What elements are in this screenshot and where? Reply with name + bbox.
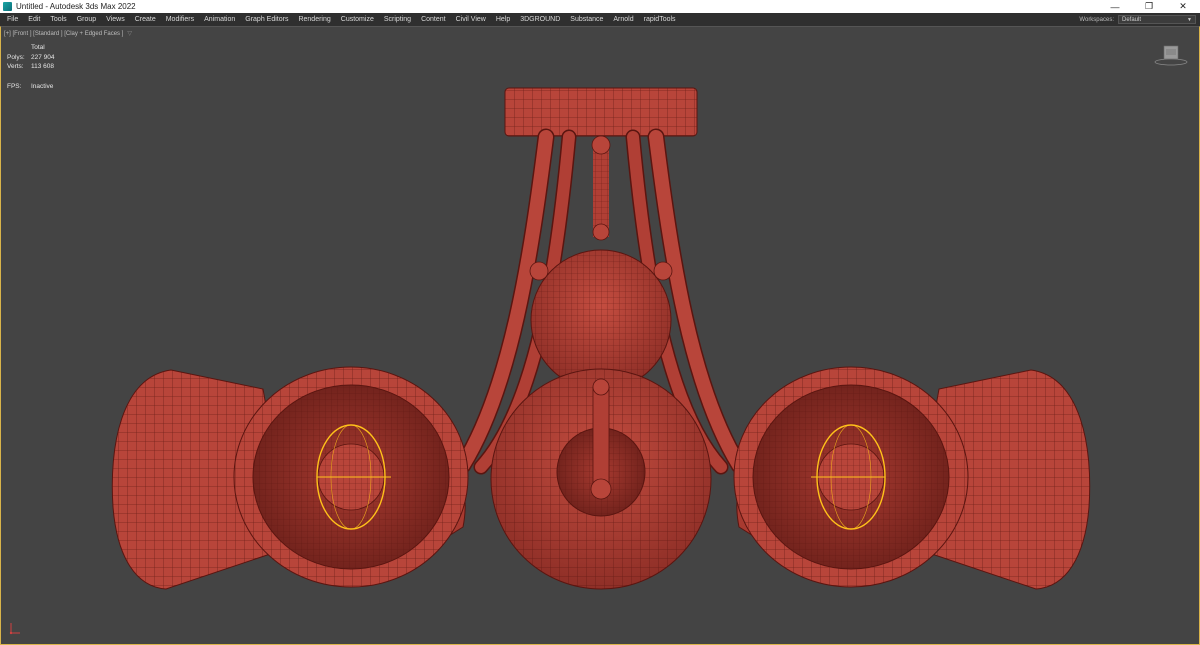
polys-value: 227 904	[31, 53, 55, 61]
menu-group[interactable]: Group	[72, 13, 101, 26]
menu-animation[interactable]: Animation	[199, 13, 240, 26]
chevron-down-icon: ▼	[1187, 16, 1192, 23]
menu-graph-editors[interactable]: Graph Editors	[240, 13, 293, 26]
workspace-label: Workspaces:	[1079, 16, 1114, 23]
title-bar: Untitled - Autodesk 3ds Max 2022 — ❐ ✕	[0, 0, 1200, 13]
menu-rapidtools[interactable]: rapidTools	[639, 13, 681, 26]
menu-create[interactable]: Create	[130, 13, 161, 26]
viewport-label-text[interactable]: [+] [Front ] [Standard ] [Clay + Edged F…	[4, 31, 123, 37]
menu-file[interactable]: File	[2, 13, 23, 26]
menu-edit[interactable]: Edit	[23, 13, 45, 26]
close-icon[interactable]: ✕	[1166, 0, 1200, 13]
menu-bar: File Edit Tools Group Views Create Modif…	[0, 13, 1200, 26]
verts-value: 113 608	[31, 63, 55, 70]
fps-value: Inactive	[31, 82, 54, 90]
menu-content[interactable]: Content	[416, 13, 451, 26]
minimize-icon[interactable]: —	[1098, 0, 1132, 13]
central-rod	[591, 135, 611, 241]
left-front-shade	[233, 366, 469, 588]
axis-tripod-icon	[9, 623, 20, 635]
menu-civil-view[interactable]: Civil View	[451, 13, 491, 26]
filter-icon[interactable]: ▽	[127, 30, 132, 37]
polys-label: Polys:	[7, 53, 25, 61]
right-front-shade	[733, 366, 969, 588]
menu-modifiers[interactable]: Modifiers	[161, 13, 199, 26]
viewport-statistics: Total Polys: 227 904 Verts: 113 608 FPS: In…	[7, 43, 55, 91]
menu-scripting[interactable]: Scripting	[379, 13, 416, 26]
viewcube-icon[interactable]	[1153, 42, 1189, 68]
workspace-value: Default	[1122, 16, 1142, 23]
viewport-label[interactable]: [+] [Front ] [Standard ] [Clay + Edged F…	[4, 30, 132, 37]
restore-icon[interactable]: ❐	[1132, 0, 1166, 13]
chandelier-model[interactable]	[1, 27, 1200, 645]
verts-label: Verts:	[7, 63, 24, 70]
workspace-switcher: Workspaces: Default ▼	[1079, 15, 1200, 24]
menu-help[interactable]: Help	[491, 13, 515, 26]
menu-tools[interactable]: Tools	[45, 13, 71, 26]
menu-rendering[interactable]: Rendering	[293, 13, 335, 26]
lower-sphere	[490, 368, 712, 590]
menu-arnold[interactable]: Arnold	[608, 13, 638, 26]
3dsmax-icon	[3, 2, 12, 11]
stats-header: Total	[31, 44, 45, 51]
front-viewport[interactable]: [+] [Front ] [Standard ] [Clay + Edged F…	[0, 26, 1200, 645]
menu-3dground[interactable]: 3DGROUND	[515, 13, 565, 26]
menu-items: File Edit Tools Group Views Create Modif…	[0, 13, 681, 26]
window-title: Untitled - Autodesk 3ds Max 2022	[16, 2, 136, 11]
fps-label: FPS:	[7, 82, 22, 90]
ceiling-canopy	[504, 87, 698, 137]
menu-customize[interactable]: Customize	[336, 13, 379, 26]
workspace-select[interactable]: Default ▼	[1118, 15, 1196, 24]
menu-views[interactable]: Views	[101, 13, 130, 26]
menu-substance[interactable]: Substance	[565, 13, 608, 26]
